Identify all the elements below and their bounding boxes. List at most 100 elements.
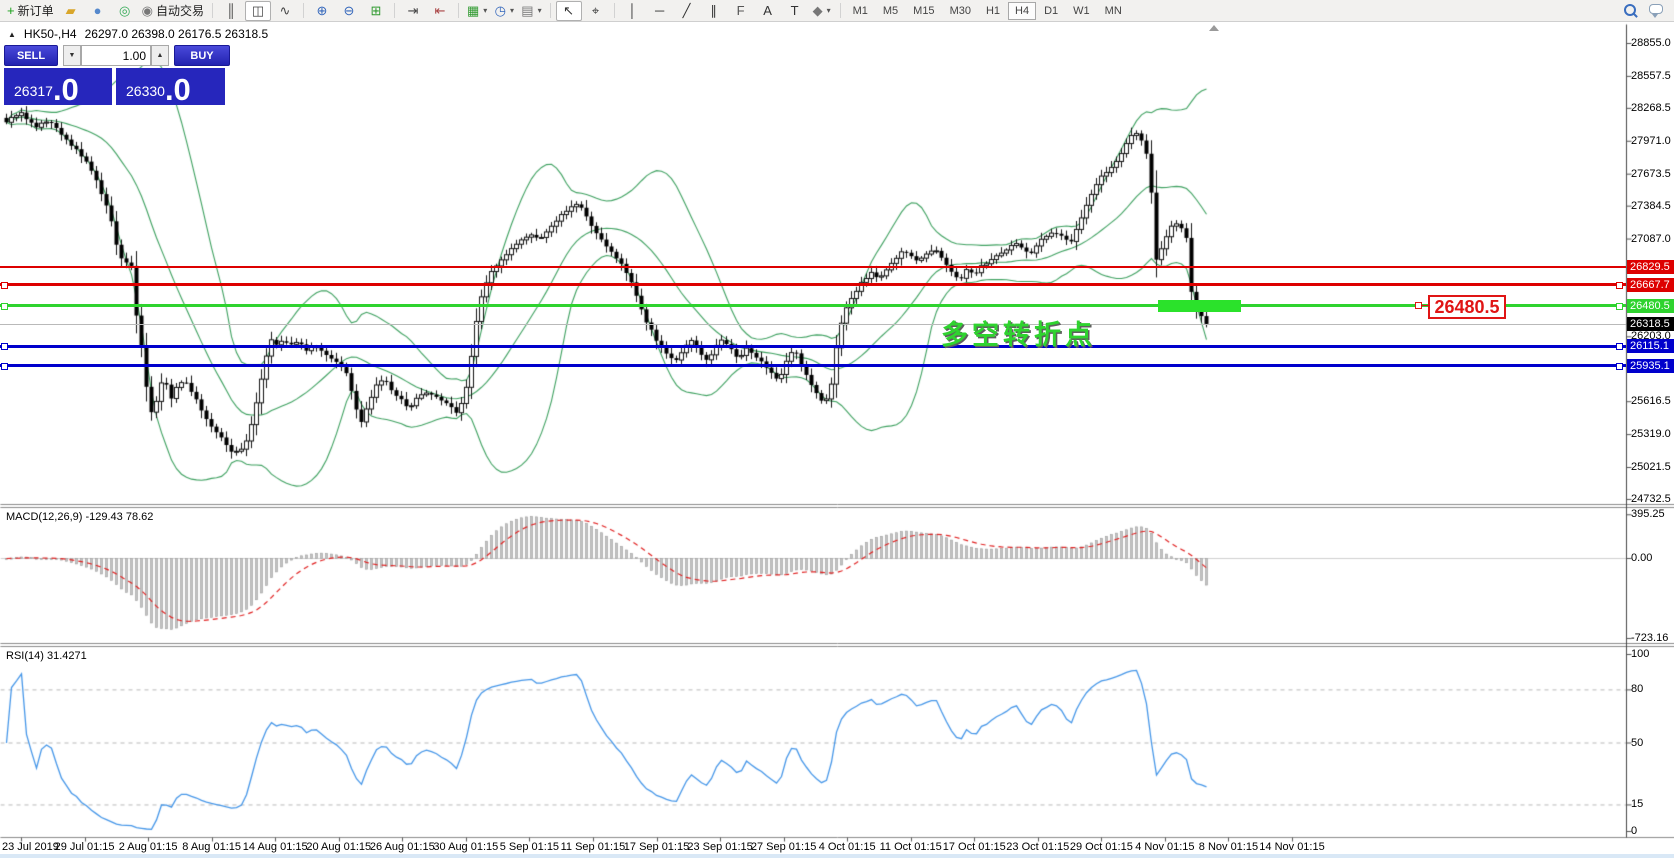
shapes-button[interactable]: ◆ ▾ [809, 1, 835, 21]
trendline-button[interactable]: ╱ [674, 1, 700, 21]
timeframe-m1[interactable]: M1 [846, 2, 875, 20]
date-axis-label: 26 Aug 01:15 [369, 841, 435, 853]
crosshair-button[interactable]: ⌖ [583, 1, 609, 21]
text-button[interactable]: A [755, 1, 781, 21]
date-axis-label: 23 Oct 01:15 [1006, 841, 1070, 853]
templates-button[interactable]: ▤ ▾ [518, 1, 544, 21]
timeframe-w1[interactable]: W1 [1066, 2, 1097, 20]
clock-icon: ◷ [494, 3, 506, 18]
price-axis-tick: 28557.5 [1631, 69, 1671, 82]
level-line-26667.7[interactable] [0, 283, 1626, 287]
date-axis-label: 4 Nov 01:15 [1135, 841, 1195, 853]
candle-chart-button[interactable]: ◫ [244, 0, 271, 21]
date-axis-label: 17 Sep 01:15 [623, 841, 690, 853]
rsi-axis-tick: 15 [1631, 798, 1644, 811]
rsi-axis-tick: 50 [1631, 736, 1644, 749]
rsi-axis-tick: 80 [1631, 683, 1644, 696]
callout-anchor-marker [1415, 302, 1422, 309]
channel-button[interactable]: ∥ [701, 1, 727, 21]
price-axis-tick: 27971.0 [1631, 134, 1671, 147]
date-axis-label: 5 Sep 01:15 [499, 841, 560, 853]
autotrading-icon: ◉ [141, 3, 153, 18]
gold-ingot-icon: ▰ [65, 3, 76, 18]
vertical-line-button[interactable]: │ [620, 1, 646, 21]
periods-button[interactable]: ◷ ▾ [491, 1, 517, 21]
signal-icon: ◎ [118, 3, 131, 18]
level-line-26480.5[interactable] [0, 304, 1626, 308]
level-marker-left[interactable] [1, 343, 8, 351]
autotrading-button[interactable]: ◉ 自动交易 [139, 1, 207, 21]
level-marker-left[interactable] [1, 281, 8, 289]
toolbar-separator [302, 3, 304, 18]
toolbar-separator [457, 3, 459, 18]
level-line-26115.1[interactable] [0, 344, 1626, 348]
window-edge [0, 854, 1674, 858]
zoom-in-button[interactable]: ⊕ [309, 1, 335, 21]
label-button[interactable]: T [782, 1, 808, 21]
auto-scroll-icon: ⇥ [407, 3, 419, 18]
level-marker-left[interactable] [1, 302, 8, 310]
level-line-25935.1[interactable] [0, 364, 1626, 368]
rsi-axis-tick: 0 [1631, 825, 1638, 837]
fibonacci-button[interactable]: F [728, 1, 754, 21]
date-axis-label: 20 Aug 01:15 [306, 841, 372, 853]
chart-shift-button[interactable]: ⇤ [427, 1, 453, 21]
level-marker-right[interactable] [1616, 343, 1623, 351]
volume-increase-button[interactable]: ▲ [151, 45, 169, 66]
buy-button[interactable]: BUY [174, 45, 230, 66]
vertical-line-icon: │ [628, 3, 637, 18]
macd-axis-tick: 0.00 [1631, 552, 1653, 564]
price-callout[interactable]: 26480.5 [1428, 295, 1506, 319]
volume-decrease-button[interactable]: ▼ [63, 45, 81, 66]
autotrading-button-label: 自动交易 [155, 4, 204, 18]
tile-windows-button[interactable]: ⊞ [363, 1, 389, 21]
highlight-bar[interactable] [1158, 300, 1241, 312]
fibonacci-icon: F [736, 3, 745, 18]
chat-button[interactable] [1644, 1, 1670, 21]
date-axis-label: 27 Sep 01:15 [750, 841, 817, 853]
chat-icon [1648, 3, 1666, 18]
line-chart-button[interactable]: ∿ [272, 1, 298, 21]
auto-scroll-button[interactable]: ⇥ [400, 1, 426, 21]
timeframe-m5[interactable]: M5 [876, 2, 905, 20]
toolbar-separator [613, 3, 615, 18]
search-icon [1623, 3, 1638, 18]
new-chart-icon: ▦ [466, 3, 480, 18]
equidistant-channel-icon: ∥ [710, 3, 717, 18]
new-order-button[interactable]: + 新订单 [4, 1, 57, 21]
annotation-text[interactable]: 多空转折点 [941, 313, 1096, 352]
buy-price-panel[interactable]: 26330 .0 [116, 68, 225, 105]
new-chart-button[interactable]: ▦ ▾ [464, 1, 490, 21]
cursor-button[interactable]: ↖ [555, 0, 582, 21]
level-line-26829.5[interactable] [0, 266, 1626, 269]
collapse-arrow-icon[interactable]: ▲ [8, 30, 16, 39]
timeframe-m15[interactable]: M15 [906, 2, 941, 20]
timeframe-d1[interactable]: D1 [1037, 2, 1065, 20]
chart-canvas[interactable] [0, 0, 1674, 858]
sell-price-panel[interactable]: 26317 .0 [4, 68, 112, 105]
timeframe-mn[interactable]: MN [1098, 2, 1129, 20]
macd-label: MACD(12,26,9) -129.43 78.62 [6, 511, 154, 523]
timeframe-m30[interactable]: M30 [943, 2, 978, 20]
gold-button[interactable]: ▰ [58, 1, 84, 21]
level-marker-right[interactable] [1616, 281, 1623, 289]
level-marker-left[interactable] [1, 362, 8, 370]
volume-input[interactable]: 1.00 [81, 45, 151, 66]
level-marker-right[interactable] [1616, 362, 1623, 370]
timeframe-h4[interactable]: H4 [1008, 1, 1037, 20]
price-level-label: 26829.5 [1627, 260, 1674, 275]
search-button[interactable] [1617, 1, 1643, 21]
community-button[interactable]: ● [85, 1, 111, 21]
timeframe-h1[interactable]: H1 [979, 2, 1007, 20]
sell-button[interactable]: SELL [4, 45, 58, 66]
price-axis-tick: 28268.5 [1631, 101, 1671, 114]
level-marker-right[interactable] [1616, 302, 1623, 310]
bar-chart-button[interactable]: ║ [218, 1, 244, 21]
zoom-out-button[interactable]: ⊖ [336, 1, 362, 21]
signal-button[interactable]: ◎ [112, 1, 138, 21]
chart-title: ▲ HK50-,H4 26297.0 26398.0 26176.5 26318… [8, 27, 268, 41]
price-level-label: 26115.1 [1627, 339, 1674, 354]
date-axis-label: 11 Oct 01:15 [879, 841, 942, 853]
horizontal-line-button[interactable]: ─ [647, 1, 673, 21]
shapes-icon: ◆ [812, 3, 823, 18]
